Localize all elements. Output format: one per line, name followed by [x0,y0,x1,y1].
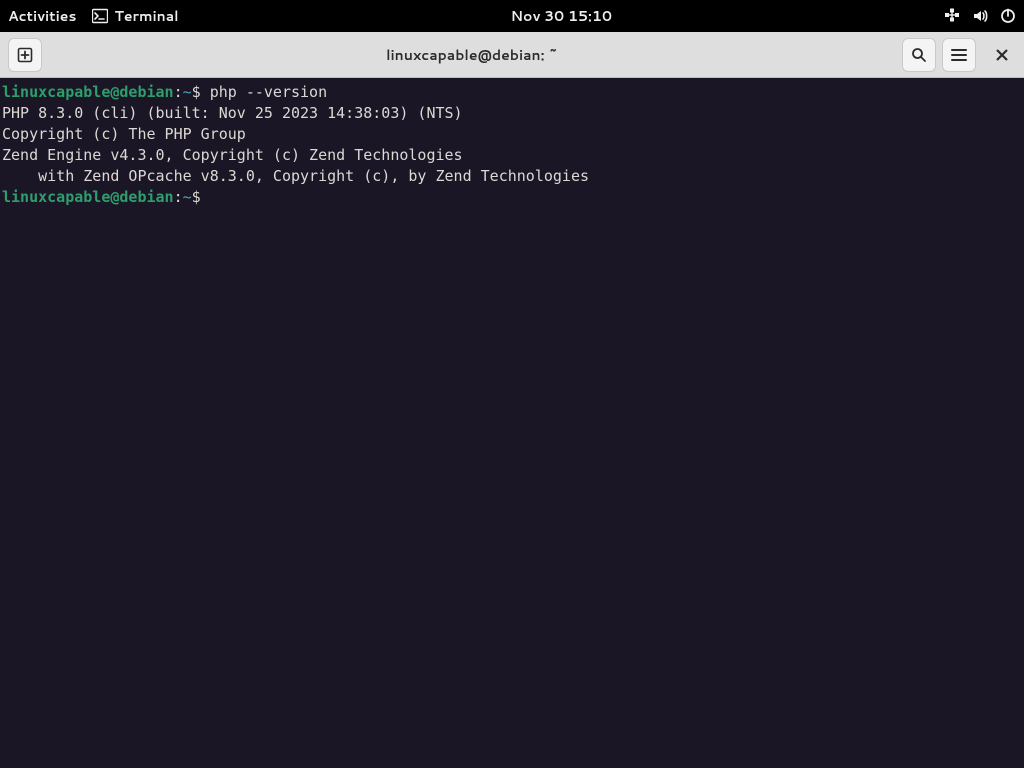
prompt-colon: : [174,188,183,206]
close-button[interactable] [988,41,1016,69]
prompt-path: ~ [183,83,192,101]
active-app-indicator[interactable]: Terminal [92,6,178,26]
output-line: Zend Engine v4.3.0, Copyright (c) Zend T… [2,145,1022,166]
headerbar-right [902,38,1016,72]
window-title: linuxcapable@debian: ~ [42,45,902,65]
topbar-right [944,8,1016,24]
output-line: with Zend OPcache v8.3.0, Copyright (c),… [2,166,1022,187]
active-app-name: Terminal [114,6,178,26]
terminal-icon [92,8,108,24]
clock-datetime: Nov 30 15:10 [511,6,612,26]
power-icon[interactable] [1000,8,1016,24]
headerbar-left [8,38,42,72]
search-button[interactable] [902,38,936,72]
terminal-line-prompt-2: linuxcapable@debian:~$ [2,187,1022,208]
gnome-top-bar: Activities Terminal Nov 30 15:10 [0,0,1024,32]
topbar-left: Activities Terminal [8,6,179,26]
new-tab-button[interactable] [8,38,42,72]
command-text: php --version [201,83,327,101]
window-headerbar: linuxcapable@debian: ~ [0,32,1024,78]
output-line: Copyright (c) The PHP Group [2,124,1022,145]
prompt-user-host: linuxcapable@debian [2,188,174,206]
activities-button[interactable]: Activities [8,6,76,26]
command-text [201,188,210,206]
prompt-user-host: linuxcapable@debian [2,83,174,101]
network-icon[interactable] [944,8,960,24]
output-line: PHP 8.3.0 (cli) (built: Nov 25 2023 14:3… [2,103,1022,124]
prompt-colon: : [174,83,183,101]
volume-icon[interactable] [972,8,988,24]
prompt-path: ~ [183,188,192,206]
terminal-viewport[interactable]: linuxcapable@debian:~$ php --versionPHP … [0,78,1024,768]
topbar-center[interactable]: Nov 30 15:10 [179,6,944,26]
terminal-line-prompt-1: linuxcapable@debian:~$ php --version [2,82,1022,103]
prompt-dollar: $ [192,83,201,101]
prompt-dollar: $ [192,188,201,206]
menu-button[interactable] [942,38,976,72]
